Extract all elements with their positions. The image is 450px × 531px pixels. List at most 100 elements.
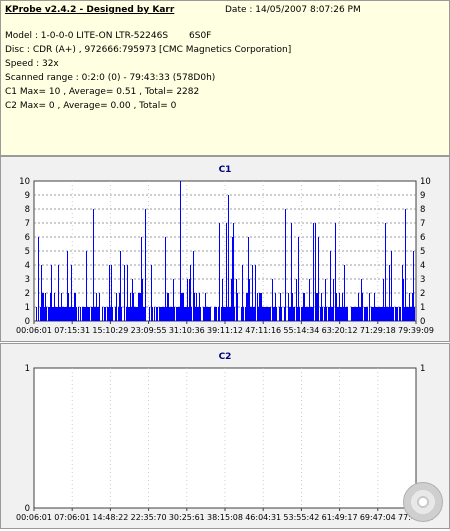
x-tick-label: 39:11:12 [207,326,243,335]
c1-bar [242,265,243,321]
c1-bar [108,307,109,321]
c1-bar [379,307,380,321]
x-tick-label: 69:47:04 [360,513,396,522]
x-tick-label: 07:06:01 [54,513,90,522]
c1-bar [145,209,146,321]
c1-bar [361,279,362,321]
c1-bar [190,265,191,321]
c1-bar [44,307,45,321]
c1-bar [340,307,341,321]
c1-bar [109,265,110,321]
c1-bar [289,307,290,321]
c1-bar [184,307,185,321]
c1-bar [376,307,377,321]
c1-bar [328,307,329,321]
c1-bar [136,307,137,321]
c1-bar [309,279,310,321]
y-tick-label-right: 1 [420,303,425,313]
c1-bar [127,265,128,321]
c1-bar [245,307,246,321]
c1-bar [137,307,138,321]
c1-bar [265,307,266,321]
c1-bar [304,293,305,321]
c1-bar [196,293,197,321]
c1-bar [64,307,65,321]
c1-bar [48,307,49,321]
c1-bar [140,293,141,321]
c2-stats: C2 Max= 0 , Average= 0.00 , Total= 0 [5,101,177,111]
c1-bar [112,307,113,321]
c1-bar [225,307,226,321]
x-tick-label: 61:49:17 [322,513,358,522]
c1-bar [313,223,314,321]
c1-bar [297,307,298,321]
c1-bar [241,307,242,321]
c1-bar [88,307,89,321]
c1-bar [333,279,334,321]
c1-bar [76,307,77,321]
c1-bar [294,307,295,321]
c1-bar [177,307,178,321]
c1-bar [182,293,183,321]
c1-bar [268,307,269,321]
c1-bar [339,293,340,321]
x-tick-label: 55:14:34 [283,326,319,335]
c1-bar [247,293,248,321]
c1-bar [321,293,322,321]
c1-bar [230,307,231,321]
c1-bar [358,293,359,321]
c1-bar [307,307,308,321]
c1-bar [362,293,363,321]
c1-bar [293,307,294,321]
c1-bar [317,293,318,321]
c1-bar [55,307,56,321]
c1-bar [399,307,400,321]
c1-bar [393,307,394,321]
y-tick-label-right: 8 [420,205,425,215]
c1-bar [263,307,264,321]
c1-bar [270,307,271,321]
c1-bar [120,251,121,321]
c1-bar [218,307,219,321]
drive-model: Model : 1-0-0-0 LITE-ON LTR-52246S [5,31,169,41]
c1-bar [207,307,208,321]
c1-bar [66,307,67,321]
x-tick-label: 79:39:09 [398,326,434,335]
c1-bar [36,307,37,321]
c1-bar [408,307,409,321]
c1-bar [274,307,275,321]
c1-bar [78,307,79,321]
c1-bar [407,307,408,321]
c1-bar [138,293,139,321]
c1-bar [61,293,62,321]
c1-bar [82,307,83,321]
c1-bar [160,307,161,321]
c1-bar [336,293,337,321]
c1-bar [373,307,374,321]
c1-bar [318,237,319,321]
c1-bar [397,307,398,321]
c1-bar [337,307,338,321]
c1-bar [167,293,168,321]
c1-bar [69,307,70,321]
x-tick-label: 15:10:29 [92,326,128,335]
c1-bar [269,307,270,321]
c1-bar [374,293,375,321]
c1-bar [161,307,162,321]
c1-bar [173,279,174,321]
y-tick-label-left: 6 [25,233,30,243]
c1-bar [152,307,153,321]
disc-info: Disc : CDR (A+) , 972666:795973 [CMC Mag… [5,45,292,55]
c1-bar [209,307,210,321]
x-tick-label: 47:11:16 [245,326,281,335]
c1-bar [162,307,163,321]
c1-bar [344,265,345,321]
y-tick-label-left: 1 [25,364,30,374]
c1-bar [228,195,229,321]
c1-bar [222,279,223,321]
c1-bar [382,307,383,321]
c1-bar [236,279,237,321]
c1-bar [320,307,321,321]
c1-bar [41,265,42,321]
c1-bar [214,307,215,321]
